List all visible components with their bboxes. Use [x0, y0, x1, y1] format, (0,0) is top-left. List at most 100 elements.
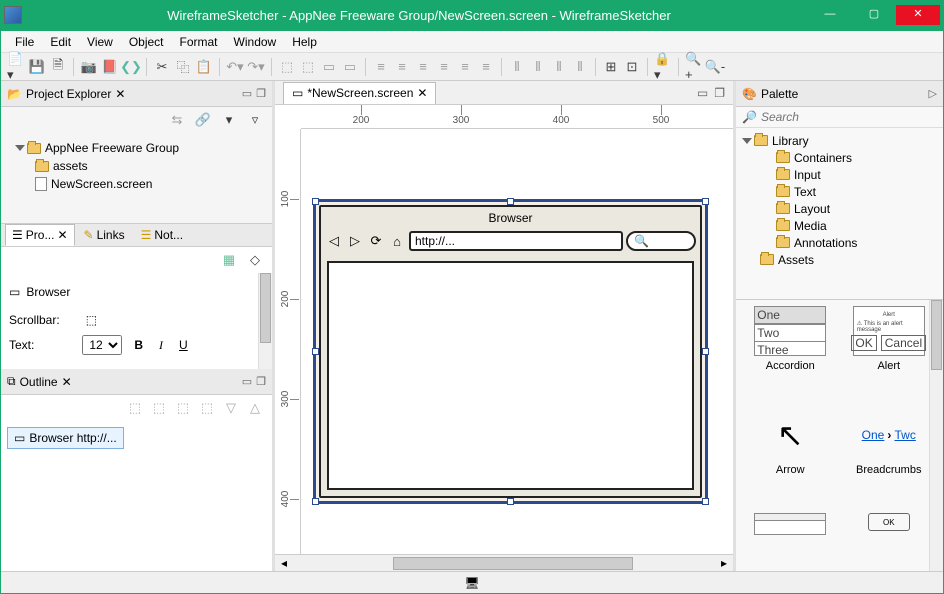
paste-icon[interactable]: 📋 — [195, 58, 213, 76]
palette-item-accordion[interactable]: OneTwoThree Accordion — [742, 306, 839, 402]
tab-properties[interactable]: ☰Pro...✕ — [5, 224, 75, 246]
resize-handle-sw[interactable] — [312, 498, 319, 505]
align-middle-icon[interactable]: ≡ — [456, 58, 474, 76]
copy-icon[interactable]: ⿻ — [174, 58, 192, 76]
menu-format[interactable]: Format — [172, 33, 226, 51]
resize-handle-n[interactable] — [507, 198, 514, 205]
italic-button[interactable]: I — [155, 338, 167, 353]
outline-a-icon[interactable]: ⬚ — [126, 399, 144, 417]
collapse-all-icon[interactable]: ⇆ — [168, 111, 186, 129]
space-h-icon[interactable]: ⫴ — [550, 58, 568, 76]
palette-item-browser[interactable] — [742, 513, 839, 565]
resize-handle-s[interactable] — [507, 498, 514, 505]
canvas-h-scrollbar[interactable]: ◂▸ — [275, 554, 733, 571]
minimize-button[interactable]: — — [808, 5, 852, 25]
align-left-icon[interactable]: ≡ — [372, 58, 390, 76]
ptree-library[interactable]: Library — [738, 132, 941, 149]
zoom-in-icon[interactable]: 🔍+ — [685, 58, 703, 76]
properties-scrollbar[interactable] — [258, 273, 272, 369]
outline-c-icon[interactable]: ⬚ — [174, 399, 192, 417]
editor-min-icon[interactable]: ▭ — [697, 86, 708, 100]
menu-view[interactable]: View — [79, 33, 121, 51]
underline-button[interactable]: U — [175, 338, 192, 352]
ungroup-icon[interactable]: ⬚ — [299, 58, 317, 76]
grid-icon[interactable]: ⊞ — [602, 58, 620, 76]
resize-handle-w[interactable] — [312, 348, 319, 355]
snap-icon[interactable]: ⊡ — [623, 58, 641, 76]
ptree-input[interactable]: Input — [738, 166, 941, 183]
tree-project-root[interactable]: AppNee Freeware Group — [7, 139, 266, 157]
view-menu-icon[interactable]: ▿ — [246, 111, 264, 129]
align-center-icon[interactable]: ≡ — [393, 58, 411, 76]
space-v-icon[interactable]: ⫴ — [571, 58, 589, 76]
outline-max-icon[interactable]: ❐ — [256, 375, 266, 388]
font-size-select[interactable]: 12 — [82, 335, 122, 355]
align-right-icon[interactable]: ≡ — [414, 58, 432, 76]
close-button[interactable]: ✕ — [896, 5, 940, 25]
tree-file-newscreen[interactable]: NewScreen.screen — [7, 175, 266, 193]
save-all-icon[interactable]: 🗎 — [49, 58, 67, 76]
tab-notes[interactable]: ☰Not... — [134, 224, 190, 246]
palette-search[interactable]: 🔎 — [736, 107, 943, 128]
outline-min-icon[interactable]: ▭ — [242, 375, 252, 388]
save-icon[interactable]: 💾 — [28, 58, 46, 76]
palette-item-breadcrumbs[interactable]: One › Twc Breadcrumbs — [841, 410, 938, 506]
outline-d-icon[interactable]: ⬚ — [198, 399, 216, 417]
bring-front-icon[interactable]: ▭ — [341, 58, 359, 76]
prop-menu-icon[interactable]: ◇ — [246, 251, 264, 269]
cut-icon[interactable]: ✂ — [153, 58, 171, 76]
tab-links[interactable]: ✎Links — [77, 224, 132, 246]
minimize-view-icon[interactable]: ▭ — [242, 87, 252, 100]
status-icon[interactable]: 🖥 — [464, 576, 479, 590]
dist-h-icon[interactable]: ⫴ — [508, 58, 526, 76]
maximize-view-icon[interactable]: ❐ — [256, 87, 266, 100]
zoom-out-icon[interactable]: 🔍- — [706, 58, 724, 76]
lock-icon[interactable]: 🔒▾ — [654, 58, 672, 76]
new-file-icon[interactable]: 📄▾ — [7, 58, 25, 76]
palette-collapse-icon[interactable]: ▷ — [929, 87, 937, 100]
ptree-media[interactable]: Media — [738, 217, 941, 234]
dist-v-icon[interactable]: ⫴ — [529, 58, 547, 76]
browser-widget[interactable]: Browser ◁ ▷ ⟳ ⌂ http://... 🔍 — [313, 199, 708, 504]
outline-item-browser[interactable]: ▭Browser http://... — [7, 427, 124, 449]
editor-tab-newscreen[interactable]: ▭*NewScreen.screen✕ — [283, 82, 436, 104]
outline-b-icon[interactable]: ⬚ — [150, 399, 168, 417]
menu-edit[interactable]: Edit — [42, 33, 79, 51]
group-icon[interactable]: ⬚ — [278, 58, 296, 76]
menu-help[interactable]: Help — [284, 33, 325, 51]
filter-icon[interactable]: ▾ — [220, 111, 238, 129]
link-editor-icon[interactable]: 🔗 — [194, 111, 212, 129]
design-canvas[interactable]: Browser ◁ ▷ ⟳ ⌂ http://... 🔍 — [301, 129, 733, 554]
palette-item-arrow[interactable]: ↖ Arrow — [742, 410, 839, 506]
editor-max-icon[interactable]: ❐ — [714, 86, 725, 100]
ptree-annotations[interactable]: Annotations — [738, 234, 941, 251]
resize-handle-se[interactable] — [702, 498, 709, 505]
new-prop-icon[interactable]: ▦ — [220, 251, 238, 269]
outline-e-icon[interactable]: ▽ — [222, 399, 240, 417]
menu-file[interactable]: File — [7, 33, 42, 51]
align-top-icon[interactable]: ≡ — [435, 58, 453, 76]
menu-object[interactable]: Object — [121, 33, 172, 51]
redo-icon[interactable]: ↷▾ — [247, 58, 265, 76]
scrollbar-toggle[interactable]: ⬚ — [86, 313, 97, 327]
close-view-icon[interactable]: ✕ — [115, 87, 125, 101]
ptree-assets[interactable]: Assets — [738, 251, 941, 268]
align-bottom-icon[interactable]: ≡ — [477, 58, 495, 76]
close-tab-icon[interactable]: ✕ — [417, 86, 427, 100]
menu-window[interactable]: Window — [226, 33, 285, 51]
palette-item-alert[interactable]: Alert⚠ This is an alert messageOKCancel … — [841, 306, 938, 402]
palette-scrollbar[interactable] — [929, 300, 943, 571]
send-back-icon[interactable]: ▭ — [320, 58, 338, 76]
undo-icon[interactable]: ↶▾ — [226, 58, 244, 76]
palette-search-input[interactable] — [761, 110, 937, 124]
resize-handle-e[interactable] — [702, 348, 709, 355]
ptree-layout[interactable]: Layout — [738, 200, 941, 217]
export-pdf-icon[interactable]: 📕 — [101, 58, 119, 76]
resize-handle-nw[interactable] — [312, 198, 319, 205]
tree-folder-assets[interactable]: assets — [7, 157, 266, 175]
ptree-text[interactable]: Text — [738, 183, 941, 200]
resize-handle-ne[interactable] — [702, 198, 709, 205]
palette-item-button[interactable]: OK — [841, 513, 938, 565]
bold-button[interactable]: B — [130, 338, 147, 352]
share-icon[interactable]: ❮❯ — [122, 58, 140, 76]
